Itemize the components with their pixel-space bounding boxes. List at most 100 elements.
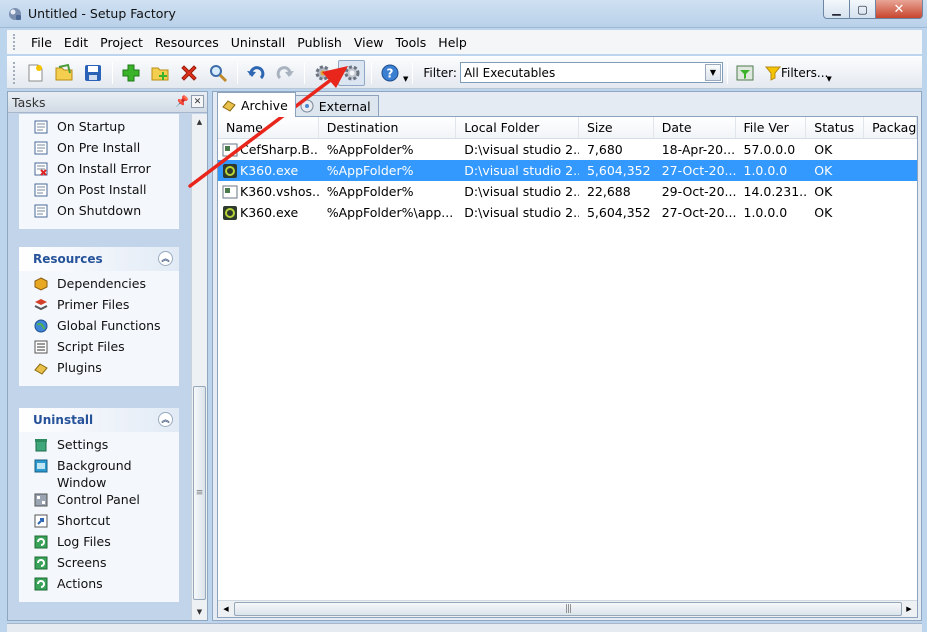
add-files-button[interactable] xyxy=(117,60,144,86)
external-disc-icon xyxy=(300,99,314,113)
help-dropdown-icon[interactable]: ▼ xyxy=(403,75,408,83)
column-file-ver[interactable]: File Ver xyxy=(736,117,807,138)
task-primer-files[interactable]: Primer Files xyxy=(19,296,179,317)
background-window-icon xyxy=(33,458,49,474)
menu-edit[interactable]: Edit xyxy=(58,35,94,50)
menu-view[interactable]: View xyxy=(348,35,390,50)
funnel-icon xyxy=(764,66,781,81)
minimize-button[interactable]: ▁ xyxy=(823,0,850,19)
hscroll-thumb[interactable]: ||| xyxy=(234,602,902,616)
close-button[interactable]: ✕ xyxy=(876,0,923,19)
help-question-icon: ? xyxy=(381,64,398,81)
toolbar-grip[interactable] xyxy=(13,61,17,84)
search-button[interactable] xyxy=(204,60,231,86)
task-on-post-install[interactable]: On Post Install xyxy=(19,181,179,202)
new-project-button[interactable] xyxy=(21,60,48,86)
redo-button[interactable] xyxy=(271,60,298,86)
table-row[interactable]: K360.exe %AppFolder%\app... D:\visual st… xyxy=(218,202,917,223)
script-doc-icon xyxy=(33,203,49,219)
setup-factory-app-icon xyxy=(7,6,23,22)
filters-dropdown-icon[interactable]: ▼ xyxy=(826,75,831,83)
table-row[interactable]: K360.vshos... %AppFolder% D:\visual stud… xyxy=(218,181,917,202)
task-control-panel[interactable]: Control Panel xyxy=(19,491,179,512)
svg-text:?: ? xyxy=(386,66,393,80)
menu-project[interactable]: Project xyxy=(94,35,149,50)
task-shortcut[interactable]: Shortcut xyxy=(19,512,179,533)
actions-icon xyxy=(33,576,49,592)
task-log-files[interactable]: Log Files xyxy=(19,533,179,554)
save-project-button[interactable] xyxy=(79,60,106,86)
collapse-chevron-icon[interactable]: ︽ xyxy=(158,412,173,427)
gear-icon xyxy=(344,65,359,80)
task-actions[interactable]: Actions xyxy=(19,575,179,596)
tasks-scroll-area: On Startup On Pre Install On Install Err… xyxy=(8,114,192,620)
task-on-pre-install[interactable]: On Pre Install xyxy=(19,139,179,160)
column-date[interactable]: Date xyxy=(654,117,736,138)
task-uninstall-settings[interactable]: Settings xyxy=(19,436,179,457)
tab-external[interactable]: External xyxy=(294,95,379,116)
menu-tools[interactable]: Tools xyxy=(390,35,433,50)
task-plugins[interactable]: Plugins xyxy=(19,359,179,380)
file-list: Name Destination Local Folder Size Date … xyxy=(217,116,918,618)
remove-button[interactable] xyxy=(175,60,202,86)
filter-toggle-button[interactable] xyxy=(732,60,759,86)
scroll-right-icon[interactable]: ▶ xyxy=(901,601,917,617)
table-row[interactable]: CefSharp.B... %AppFolder% D:\visual stud… xyxy=(218,139,917,160)
column-destination[interactable]: Destination xyxy=(319,117,457,138)
filter-dropdown[interactable]: All Executables ▼ xyxy=(459,62,723,83)
script-file-icon xyxy=(33,339,49,355)
column-name[interactable]: Name xyxy=(218,117,319,138)
add-folder-icon xyxy=(151,67,168,80)
scrollbar-thumb[interactable]: ≡ xyxy=(193,386,206,600)
file-list-hscrollbar[interactable]: ◀ ||| ▶ xyxy=(218,600,917,617)
task-dependencies[interactable]: Dependencies xyxy=(19,275,179,296)
menu-publish[interactable]: Publish xyxy=(291,35,348,50)
task-on-startup[interactable]: On Startup xyxy=(19,118,179,139)
maximize-button[interactable]: ▢ xyxy=(850,0,876,19)
file-tabs: Archive External xyxy=(217,92,379,117)
tasks-scrollbar[interactable]: ▲ ≡ ▼ xyxy=(191,114,207,620)
tab-archive[interactable]: Archive xyxy=(217,92,296,117)
pin-icon[interactable]: 📌 xyxy=(175,95,189,108)
undo-button[interactable] xyxy=(242,60,269,86)
add-folder-button[interactable] xyxy=(146,60,173,86)
task-script-files[interactable]: Script Files xyxy=(19,338,179,359)
filters-button[interactable]: Filters... ▼ xyxy=(764,63,832,83)
collapse-chevron-icon[interactable]: ︽ xyxy=(158,251,173,266)
close-pane-icon[interactable]: ✕ xyxy=(191,95,204,108)
filter-list-icon xyxy=(736,65,754,80)
publish-settings-button[interactable] xyxy=(338,59,365,86)
build-button[interactable] xyxy=(309,60,336,86)
task-on-shutdown[interactable]: On Shutdown xyxy=(19,202,179,223)
menu-uninstall[interactable]: Uninstall xyxy=(225,35,292,50)
scroll-up-icon[interactable]: ▲ xyxy=(192,114,207,130)
menu-file[interactable]: File xyxy=(25,35,58,50)
task-screens[interactable]: Screens xyxy=(19,554,179,575)
table-row-selected[interactable]: K360.exe %AppFolder% D:\visual studio 2.… xyxy=(218,160,917,181)
new-file-icon xyxy=(28,64,42,81)
help-button[interactable]: ? xyxy=(376,60,403,86)
chevron-down-icon[interactable]: ▼ xyxy=(704,64,721,81)
main-toolbar: ? ▼ Filter: All Executables ▼ Filters...… xyxy=(7,56,922,89)
task-on-install-error[interactable]: On Install Error xyxy=(19,160,179,181)
menu-help[interactable]: Help xyxy=(432,35,473,50)
column-local-folder[interactable]: Local Folder xyxy=(456,117,579,138)
column-size[interactable]: Size xyxy=(579,117,654,138)
task-global-functions[interactable]: Global Functions xyxy=(19,317,179,338)
window-title: Untitled - Setup Factory xyxy=(28,6,176,21)
error-doc-icon xyxy=(33,161,49,177)
menu-resources[interactable]: Resources xyxy=(149,35,225,50)
column-status[interactable]: Status xyxy=(806,117,865,138)
uninstall-group-header[interactable]: Uninstall ︽ xyxy=(19,408,179,432)
filter-label: Filter: xyxy=(423,65,457,80)
column-package[interactable]: Packag xyxy=(864,117,917,138)
task-background-window[interactable]: Background Window xyxy=(19,457,179,491)
open-project-button[interactable] xyxy=(50,60,77,86)
menu-grip[interactable] xyxy=(13,34,17,50)
exe-app-icon xyxy=(222,163,238,178)
filter-value: All Executables xyxy=(463,65,556,80)
resources-group-header[interactable]: Resources ︽ xyxy=(19,247,179,271)
scroll-left-icon[interactable]: ◀ xyxy=(218,601,234,617)
scroll-down-icon[interactable]: ▼ xyxy=(192,604,207,620)
script-doc-icon xyxy=(33,119,49,135)
